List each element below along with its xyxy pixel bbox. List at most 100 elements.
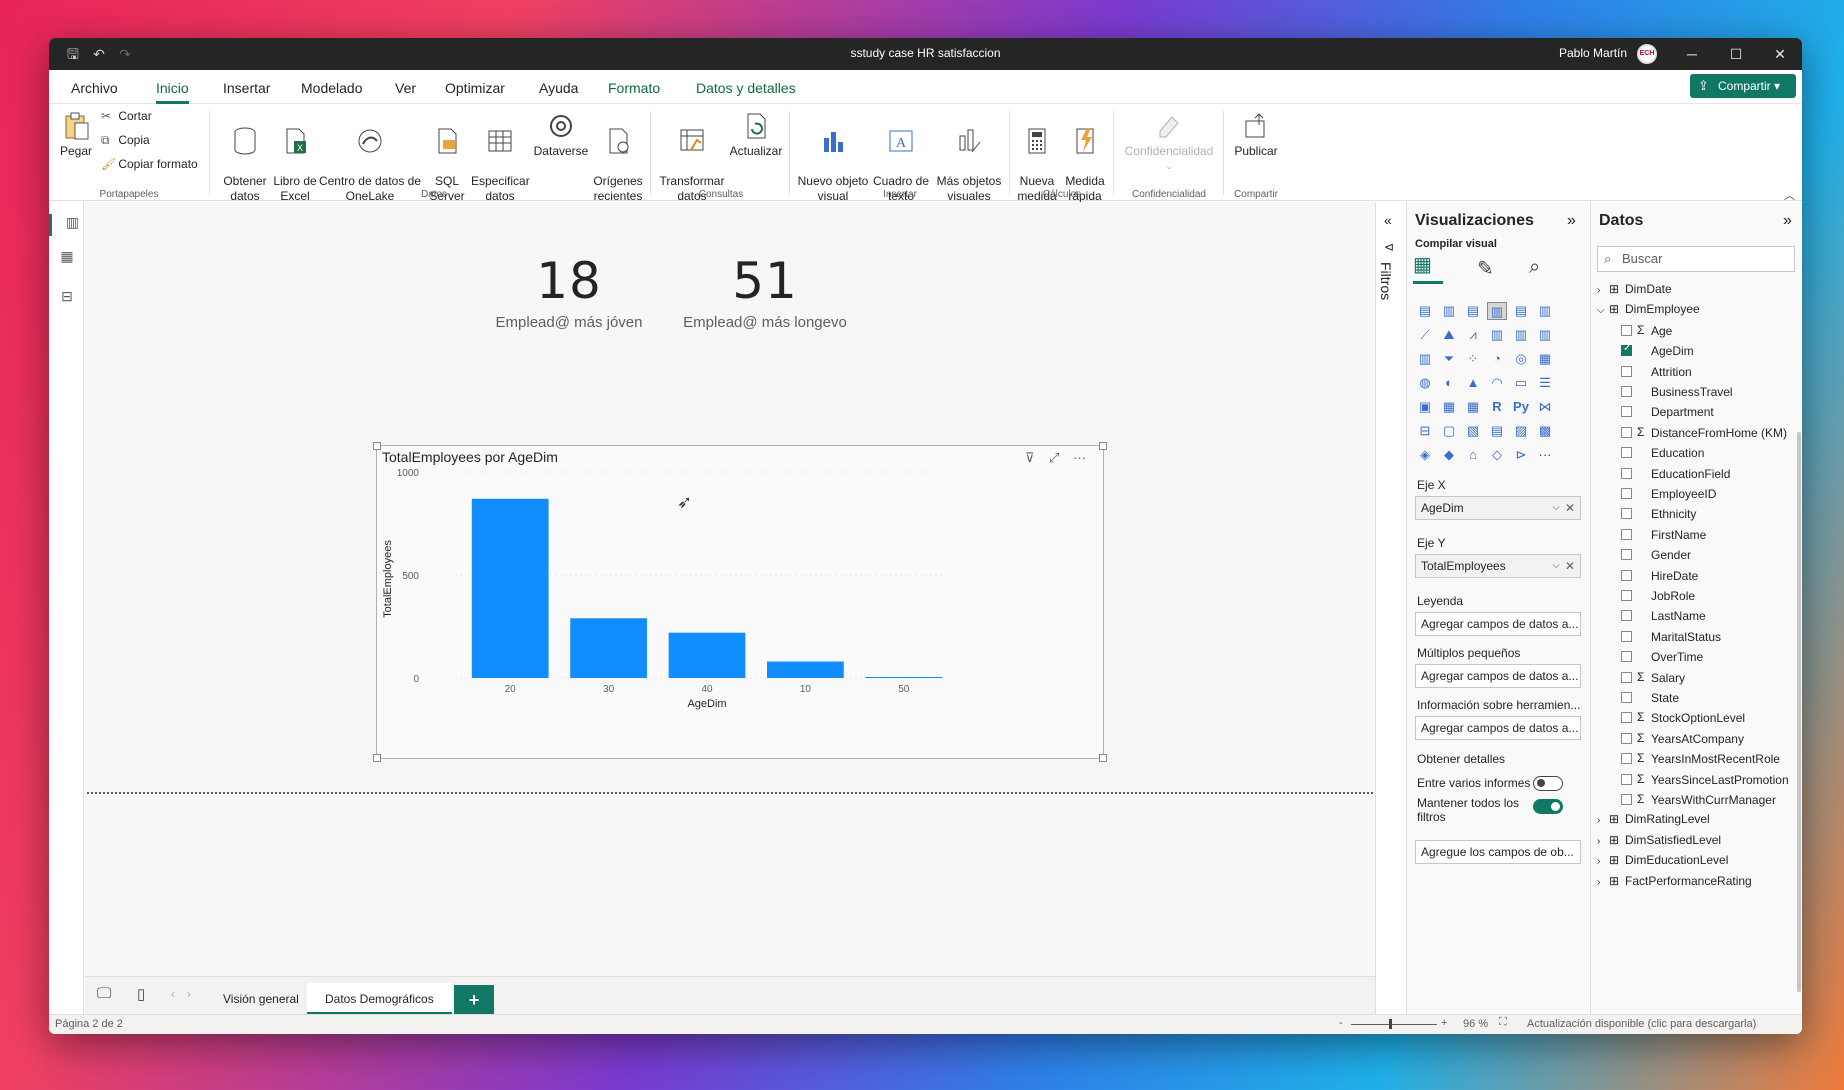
visual-type-icon[interactable]: ⊳ [1511,446,1531,464]
visual-type-icon[interactable]: R [1487,398,1507,416]
field-checkbox[interactable] [1621,712,1632,724]
visual-type-icon[interactable]: ▤ [1487,422,1507,440]
next-page-icon[interactable]: › [187,987,191,1001]
bar[interactable] [471,498,549,678]
paste-button[interactable]: Pegar [59,111,93,159]
menu-optimizar[interactable]: Optimizar [445,80,505,96]
visual-type-icon[interactable]: ◎ [1511,350,1531,368]
share-button[interactable]: ⇪ Compartir ▾ [1690,74,1796,98]
field-checkbox[interactable] [1621,794,1632,805]
field-checkbox[interactable] [1621,406,1632,418]
menu-archivo[interactable]: Archivo [71,80,118,96]
visual-type-icon[interactable]: ▣ [1415,398,1435,416]
visual-type-icon[interactable]: ⌂ [1463,446,1483,464]
menu-modelado[interactable]: Modelado [301,80,363,96]
tab-datos-demograficos[interactable]: Datos Demográficos [307,983,452,1015]
remove-field-icon[interactable]: ✕ [1565,497,1575,519]
visual-type-icon[interactable]: ▥ [1487,302,1507,320]
minimize-button[interactable]: ─ [1675,42,1709,66]
tab-vision-general[interactable]: Visión general [205,983,317,1015]
bar[interactable] [767,661,844,678]
visual-type-icon[interactable]: ▤ [1511,302,1531,320]
menu-formato[interactable]: Formato [608,80,660,96]
keep-filters-toggle[interactable] [1533,799,1563,814]
sensitivity-button[interactable]: Confidencialidad ⌄ [1119,111,1219,174]
visual-type-icon[interactable]: ◐ [1439,374,1459,392]
analytics-icon[interactable]: ⌕ [1529,256,1540,279]
table-node[interactable]: › ⊞ DimSatisfiedLevel [1597,833,1721,847]
field-item[interactable]: State [1591,690,1791,706]
menu-datos-detalles[interactable]: Datos y detalles [696,80,796,96]
scrollbar[interactable] [1797,432,1801,992]
field-checkbox[interactable] [1621,630,1632,642]
drillthrough-well[interactable]: Agregue los campos de ob... [1415,840,1581,864]
visual-type-icon[interactable]: ◍ [1415,374,1435,392]
kpi-card-oldest[interactable]: 51 Emplead@ más longevo [665,252,865,331]
small-multiples-well[interactable]: Agregar campos de datos a... [1415,664,1581,688]
chevron-icon[interactable]: › [1597,836,1609,847]
remove-field-icon[interactable]: ✕ [1565,555,1575,577]
field-item[interactable]: Attrition [1591,364,1791,380]
kpi-card-youngest[interactable]: 18 Emplead@ más jóven [489,252,649,331]
resize-handle[interactable] [373,442,381,450]
expand-filters-icon[interactable]: « [1384,212,1392,228]
bar[interactable] [668,632,746,678]
visual-type-icon[interactable]: ▤ [1463,302,1483,320]
field-item[interactable]: EmployeeID [1591,486,1791,502]
field-item[interactable]: Ethnicity [1591,506,1791,522]
field-checkbox[interactable] [1621,549,1632,561]
report-canvas[interactable]: 18 Emplead@ más jóven 51 Emplead@ más lo… [85,202,1375,1014]
visual-type-icon[interactable]: ⛰ [1439,326,1459,344]
field-checkbox[interactable] [1621,773,1632,785]
build-visual-tab[interactable]: ▦ [1413,252,1443,284]
legend-well[interactable]: Agregar campos de datos a... [1415,612,1581,636]
visual-type-icon[interactable]: ⏷ [1439,350,1459,368]
avatar[interactable]: ECH [1637,44,1657,64]
field-item[interactable]: Σ DistanceFromHome (KM) [1591,425,1791,441]
desktop-layout-icon[interactable]: 🖵 [97,985,111,1002]
visual-type-icon[interactable]: ▭ [1511,374,1531,392]
resize-handle[interactable] [1099,442,1107,450]
visual-type-icon[interactable]: ▥ [1415,350,1435,368]
field-checkbox[interactable] [1621,324,1632,336]
field-item[interactable]: Σ YearsInMostRecentRole [1591,751,1791,767]
chevron-icon[interactable]: › [1597,856,1609,867]
chevron-icon[interactable]: › [1597,877,1609,888]
collapse-ribbon-icon[interactable]: ︿ [1784,187,1795,203]
field-item[interactable]: Department [1591,404,1791,420]
visual-type-icon[interactable]: ☰ [1535,374,1555,392]
chevron-icon[interactable]: › [1597,815,1609,826]
field-checkbox[interactable] [1621,671,1632,683]
prev-page-icon[interactable]: ‹ [171,987,175,1001]
field-checkbox[interactable] [1621,528,1632,540]
dataverse-button[interactable]: Dataverse [533,111,589,159]
field-item[interactable]: FirstName [1591,527,1791,543]
visual-type-icon[interactable]: ▦ [1439,398,1459,416]
visual-type-icon[interactable]: ⋈ [1535,398,1555,416]
field-checkbox[interactable] [1621,732,1632,744]
field-item[interactable]: HireDate [1591,568,1791,584]
field-item[interactable]: Gender [1591,547,1791,563]
mobile-layout-icon[interactable]: ▯ [137,985,145,1003]
field-checkbox[interactable] [1621,386,1632,397]
visual-type-icon[interactable]: ▨ [1511,422,1531,440]
y-axis-field[interactable]: TotalEmployees ⌵ ✕ [1415,554,1581,578]
table-node[interactable]: › ⊞ DimEducationLevel [1597,853,1728,867]
fit-page-icon[interactable]: ⛶ [1499,1016,1507,1029]
visual-type-icon[interactable]: ▢ [1439,422,1459,440]
format-visual-icon[interactable]: ✎ [1477,256,1494,281]
field-item[interactable]: Σ YearsSinceLastPromotion [1591,772,1791,788]
chevron-down-icon[interactable]: ⌵ [1552,555,1560,577]
visual-type-icon[interactable]: ··· [1535,446,1555,464]
field-item[interactable]: Σ StockOptionLevel [1591,710,1791,726]
zoom-out-icon[interactable]: - [1339,1017,1343,1029]
zoom-in-icon[interactable]: + [1441,1017,1447,1029]
resize-handle[interactable] [1099,754,1107,762]
field-item[interactable]: OverTime [1591,649,1791,665]
visual-type-icon[interactable]: ▦ [1463,398,1483,416]
table-node[interactable]: › ⊞ DimDate [1597,282,1672,296]
field-checkbox[interactable] [1621,651,1632,663]
user-name[interactable]: Pablo Martín [1559,46,1627,60]
resize-handle[interactable] [373,754,381,762]
visual-type-icon[interactable]: ▥ [1535,326,1555,344]
